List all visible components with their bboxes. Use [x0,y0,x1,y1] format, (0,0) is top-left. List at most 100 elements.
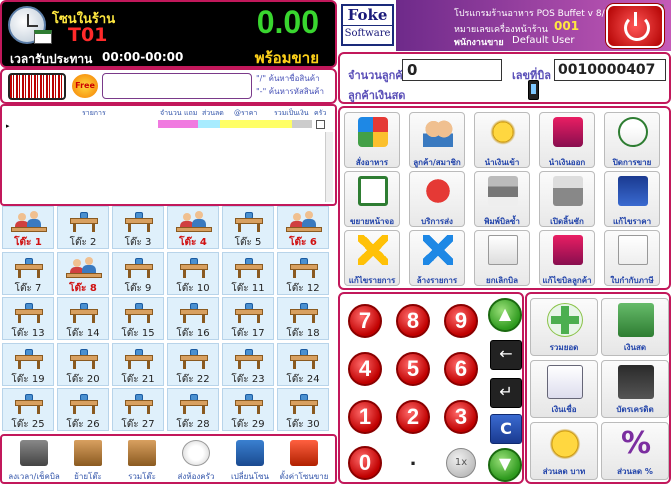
logo-sub: Software [343,25,392,42]
function-delivery-button[interactable]: บริการส่ง [409,171,465,227]
payment-percent-button[interactable]: % ส่วนลด % [601,422,669,480]
function-calendar-button[interactable]: ปิดการขาย [604,112,660,168]
key-0-button[interactable]: 0 [348,446,382,480]
product-search-input[interactable] [102,73,252,99]
empty-table-icon [233,348,265,369]
table-3-button[interactable]: โต๊ะ 3 [112,206,164,249]
tool-change-zone-button[interactable]: เปลี่ยนโซน [224,438,276,482]
empty-table-icon [13,348,45,369]
function-tax-invoice-button[interactable]: ใบกำกับภาษี [604,230,660,286]
key-dot-button[interactable]: . [396,446,430,480]
tool-zone-settings-button[interactable]: ตั้งค่าโซนขาย [278,438,330,482]
key-multiply-button[interactable]: 1x [446,448,476,478]
customer-count-field[interactable]: 0 [402,59,502,81]
function-cash-in-button[interactable]: นำเงินเข้า [474,112,530,168]
table-10-button[interactable]: โต๊ะ 10 [167,251,219,295]
table-20-button[interactable]: โต๊ะ 20 [57,342,109,386]
scroll-up-button[interactable]: ▲ [488,298,522,332]
table-9-button[interactable]: โต๊ะ 9 [112,251,164,295]
table-code: T01 [68,24,108,46]
backspace-button[interactable]: ← [490,340,522,370]
table-19-button[interactable]: โต๊ะ 19 [2,342,54,386]
table-25-button[interactable]: โต๊ะ 25 [2,388,54,431]
payment-cash-button[interactable]: เงินสด [601,298,669,356]
payment-coin-discount-button[interactable]: ส่วนลด บาท [530,422,598,480]
edit-customer-bill-icon [553,235,583,265]
function-fullscreen-button[interactable]: ขยายหน้าจอ [344,171,400,227]
table-26-button[interactable]: โต๊ะ 26 [57,388,109,431]
table-13-button[interactable]: โต๊ะ 13 [2,297,54,340]
table-24-button[interactable]: โต๊ะ 24 [277,342,329,386]
ready-status: พร้อมขาย [254,49,319,67]
table-18-button[interactable]: โต๊ะ 18 [277,297,329,340]
key-5-button[interactable]: 5 [396,352,430,386]
table-21-button[interactable]: โต๊ะ 21 [112,342,164,386]
table-14-button[interactable]: โต๊ะ 14 [57,297,109,340]
table-label: โต๊ะ 10 [176,282,210,294]
key-4-button[interactable]: 4 [348,352,382,386]
function-menu-grid-button[interactable]: สั่งอาหาร [344,112,400,168]
table-1-button[interactable]: โต๊ะ 1 [2,206,54,249]
payment-plus-button[interactable]: รวมยอด [530,298,598,356]
free-item-button[interactable]: Free [72,74,98,98]
function-cancel-bill-button[interactable]: ยกเลิกบิล [474,230,530,286]
function-price-tag-button[interactable]: แก้ไขราคา [604,171,660,227]
tool-printer-button[interactable]: ลงเวลา/เช็คบิล [8,438,60,482]
table-11-button[interactable]: โต๊ะ 11 [222,251,274,295]
mobile-phone-icon[interactable] [528,80,539,100]
tool-move-table-button[interactable]: ย้ายโต๊ะ [62,438,114,482]
power-button[interactable] [606,4,664,48]
empty-table-icon [68,212,100,232]
printer-icon [20,440,48,466]
table-5-button[interactable]: โต๊ะ 5 [222,206,274,249]
order-scrollbar[interactable] [325,132,333,202]
table-15-button[interactable]: โต๊ะ 15 [112,297,164,340]
key-3-button[interactable]: 3 [444,400,478,434]
tool-chef-button[interactable]: ส่งห้องครัว [170,438,222,482]
table-2-button[interactable]: โต๊ะ 2 [57,206,109,249]
table-23-button[interactable]: โต๊ะ 23 [222,342,274,386]
table-28-button[interactable]: โต๊ะ 28 [167,388,219,431]
scroll-down-button[interactable]: ▼ [488,448,522,482]
function-clear-x-button[interactable]: ล้างรายการ [409,230,465,286]
table-17-button[interactable]: โต๊ะ 17 [222,297,274,340]
col-total: รวมเป็นเงิน [274,109,309,117]
function-reprint-button[interactable]: พิมพ์บิลซ้ำ [474,171,530,227]
barcode-icon[interactable] [8,73,66,100]
payment-label: เงินสด [623,343,647,352]
key-9-button[interactable]: 9 [444,304,478,338]
table-4-button[interactable]: โต๊ะ 4 [167,206,219,249]
function-cash-out-button[interactable]: นำเงินออก [539,112,595,168]
table-30-button[interactable]: โต๊ะ 30 [277,388,329,431]
table-label: โต๊ะ 16 [176,328,210,339]
tool-merge-table-button[interactable]: รวมโต๊ะ [116,438,168,482]
payment-label: บัตรเครดิต [616,405,654,414]
table-16-button[interactable]: โต๊ะ 16 [167,297,219,340]
menu-grid-icon [358,117,388,147]
clear-button[interactable]: C [490,414,522,444]
function-edit-x-button[interactable]: แก้ไขรายการ [344,230,400,286]
table-8-button[interactable]: โต๊ะ 8 [57,251,109,295]
order-col-color [182,120,198,128]
enter-button[interactable]: ↵ [490,378,522,408]
key-2-button[interactable]: 2 [396,400,430,434]
table-12-button[interactable]: โต๊ะ 12 [277,251,329,295]
function-cash-drawer-button[interactable]: เปิดลิ้นชัก [539,171,595,227]
table-22-button[interactable]: โต๊ะ 22 [167,342,219,386]
kitchen-checkbox[interactable] [316,120,325,129]
function-customers-button[interactable]: ลูกค้า/สมาชิก [409,112,465,168]
key-1-button[interactable]: 1 [348,400,382,434]
key-8-button[interactable]: 8 [396,304,430,338]
table-6-button[interactable]: โต๊ะ 6 [277,206,329,249]
key-7-button[interactable]: 7 [348,304,382,338]
payment-credit-account-button[interactable]: เงินเชื่อ [530,360,598,418]
table-27-button[interactable]: โต๊ะ 27 [112,388,164,431]
order-list[interactable]: รายการ จำนวน แถม ส่วนลด @ราคา รวมเป็นเงิ… [0,104,337,206]
function-edit-customer-bill-button[interactable]: แก้ไขบิลลูกค้า [539,230,595,286]
table-7-button[interactable]: โต๊ะ 7 [2,251,54,295]
payment-credit-card-button[interactable]: บัตรเครดิต [601,360,669,418]
bill-number-field[interactable]: 0010000407 [554,59,666,81]
table-29-button[interactable]: โต๊ะ 29 [222,388,274,431]
customer-type[interactable]: ลูกค้าเงินสด [348,86,405,104]
key-6-button[interactable]: 6 [444,352,478,386]
